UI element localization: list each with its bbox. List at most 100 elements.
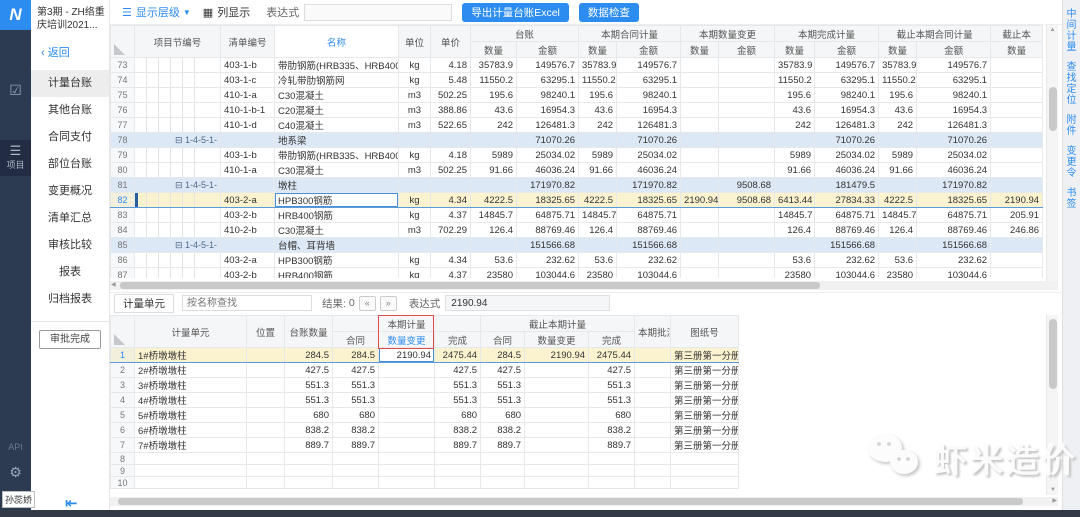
prev-result-button[interactable]: « <box>359 296 376 311</box>
cell[interactable]: 64875.71 <box>617 208 681 223</box>
cell[interactable]: 63295.1 <box>617 73 681 88</box>
cell[interactable] <box>719 103 775 118</box>
cell[interactable]: 126.4 <box>579 223 617 238</box>
cell[interactable]: 889.7 <box>589 438 635 453</box>
cell[interactable]: 11550.2 <box>471 73 517 88</box>
cell[interactable]: kg <box>399 148 431 163</box>
cell[interactable]: 冷轧带肋钢筋网 <box>275 73 399 88</box>
cell[interactable]: 149576.7 <box>815 58 879 73</box>
cell[interactable] <box>221 133 275 148</box>
cell[interactable] <box>379 438 435 453</box>
cell[interactable]: 53.6 <box>579 253 617 268</box>
cell[interactable] <box>991 118 1043 133</box>
cell[interactable]: 103044.6 <box>517 268 579 279</box>
cell[interactable]: 551.3 <box>435 378 481 393</box>
cell[interactable]: 64875.71 <box>815 208 879 223</box>
sidebar-item-contract-pay[interactable]: 合同支付 <box>31 124 109 151</box>
cell[interactable] <box>991 163 1043 178</box>
cell[interactable]: 284.5 <box>481 348 525 363</box>
cell[interactable] <box>681 148 719 163</box>
table-row[interactable]: 75410-1-aC30混凝土m3502.25195.698240.1195.6… <box>111 88 1043 103</box>
cell[interactable]: 702.29 <box>431 223 471 238</box>
cell[interactable]: 403-1-b <box>221 148 275 163</box>
col-header-ledger-qty[interactable]: 台账数量 <box>285 316 333 348</box>
cell[interactable] <box>135 208 221 223</box>
cell[interactable]: 35783.9 <box>879 58 917 73</box>
scroll-thumb[interactable] <box>120 282 820 289</box>
cell[interactable]: 18325.65 <box>617 193 681 208</box>
cell[interactable]: 1#桥墩墩柱 <box>135 348 247 363</box>
table-row[interactable]: 11#桥墩墩柱284.5284.52190.942475.44284.52190… <box>111 348 739 363</box>
cell[interactable] <box>635 363 671 378</box>
cell[interactable]: 地系梁 <box>275 133 399 148</box>
table-row[interactable]: 66#桥墩墩柱838.2838.2838.2838.2838.2第三册第一分册 <box>111 423 739 438</box>
cell[interactable]: 11550.2 <box>579 73 617 88</box>
cell[interactable]: 4.18 <box>431 148 471 163</box>
cell[interactable]: 242 <box>775 118 815 133</box>
cell[interactable] <box>681 58 719 73</box>
cell[interactable] <box>589 477 635 489</box>
cell[interactable]: 第三册第一分册 <box>671 408 739 423</box>
cell[interactable]: 126.4 <box>775 223 815 238</box>
cell[interactable]: 23580 <box>471 268 517 279</box>
sidebar-item-archive-report[interactable]: 归档报表 <box>31 286 109 313</box>
cell[interactable]: 151566.68 <box>917 238 991 253</box>
cell[interactable] <box>247 393 285 408</box>
cell[interactable] <box>285 465 333 477</box>
cell[interactable] <box>379 453 435 465</box>
cell[interactable]: 427.5 <box>481 363 525 378</box>
cell[interactable] <box>681 118 719 133</box>
cell[interactable] <box>135 453 247 465</box>
panel-item-find-locate[interactable]: 查找定位 <box>1066 62 1078 106</box>
cell[interactable]: 98240.1 <box>917 88 991 103</box>
cell[interactable] <box>481 477 525 489</box>
cell[interactable]: 149576.7 <box>617 58 681 73</box>
cell[interactable] <box>579 178 617 193</box>
cell[interactable]: 284.5 <box>333 348 379 363</box>
cell[interactable]: 25034.02 <box>617 148 681 163</box>
cell[interactable]: kg <box>399 208 431 223</box>
panel-item-bookmark[interactable]: 书签 <box>1066 188 1078 210</box>
table-row[interactable]: 82403-2-aHPB300钢筋kg4.344222.518325.65422… <box>111 193 1043 208</box>
tab-measure-unit[interactable]: 计量单元 <box>114 294 174 313</box>
cell[interactable] <box>635 453 671 465</box>
unit-search-input[interactable] <box>182 295 312 311</box>
cell[interactable] <box>635 378 671 393</box>
cell[interactable] <box>525 393 589 408</box>
group-header-current-complete[interactable]: 本期完成计量 <box>775 26 879 42</box>
cell[interactable]: 11550.2 <box>775 73 815 88</box>
cell[interactable] <box>775 238 815 253</box>
cell[interactable] <box>431 133 471 148</box>
cell[interactable]: HPB300钢筋 <box>275 253 399 268</box>
rail-item-project[interactable]: ☰ 项目 <box>0 140 31 176</box>
cell[interactable]: 403-1-c <box>221 73 275 88</box>
cell[interactable] <box>379 465 435 477</box>
cell[interactable] <box>333 465 379 477</box>
cell[interactable]: 14845.7 <box>471 208 517 223</box>
sidebar-item-list-summary[interactable]: 清单汇总 <box>31 205 109 232</box>
cell[interactable]: 889.7 <box>435 438 481 453</box>
cell[interactable] <box>671 453 739 465</box>
cell[interactable] <box>471 178 517 193</box>
cell[interactable]: 35783.9 <box>471 58 517 73</box>
cell[interactable]: 4.37 <box>431 268 471 279</box>
sub-header-qty[interactable]: 数量 <box>681 42 719 58</box>
cell[interactable] <box>719 73 775 88</box>
scroll-left-icon[interactable]: ◀ <box>111 281 116 290</box>
cell[interactable] <box>135 73 221 88</box>
cell[interactable]: 88769.46 <box>517 223 579 238</box>
sub-header-complete[interactable]: 完成 <box>435 332 481 348</box>
sub-header-contract[interactable]: 合同 <box>333 332 379 348</box>
cell[interactable]: 502.25 <box>431 88 471 103</box>
cell[interactable] <box>135 223 221 238</box>
cell[interactable] <box>135 163 221 178</box>
cell[interactable]: 427.5 <box>589 363 635 378</box>
sidebar-item-change-overview[interactable]: 变更概况 <box>31 178 109 205</box>
horizontal-scrollbar[interactable]: ▶ <box>110 497 1058 506</box>
cell[interactable]: 46036.24 <box>617 163 681 178</box>
cell[interactable]: 16954.3 <box>917 103 991 118</box>
cell[interactable]: 5989 <box>471 148 517 163</box>
table-row[interactable]: 77#桥墩墩柱889.7889.7889.7889.7889.7第三册第一分册 <box>111 438 739 453</box>
group-header-current-measure[interactable]: 本期计量 <box>333 316 481 332</box>
sub-header-qty-change[interactable]: 数量变更 <box>379 332 435 348</box>
